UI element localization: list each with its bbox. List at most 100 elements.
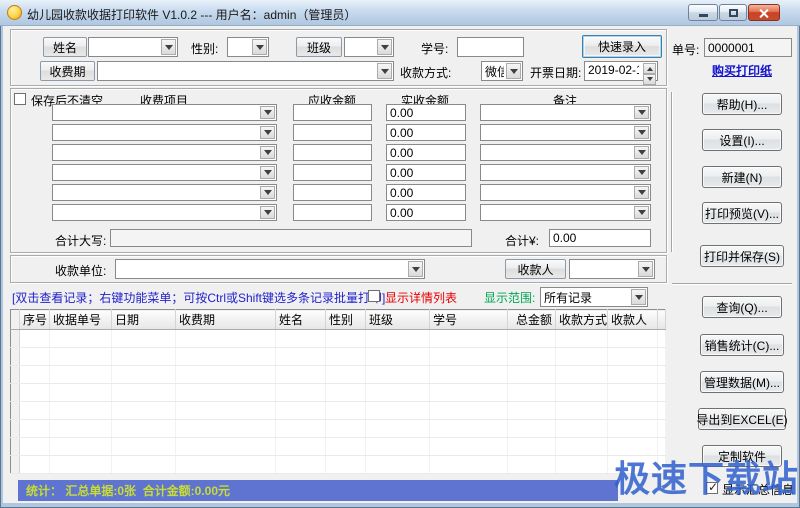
invoice-date-label: 开票日期: <box>530 64 581 81</box>
receivable-amount-input[interactable] <box>293 144 372 161</box>
status-text: 统计： 汇总单据:0张 合计金额:0.00元 <box>18 482 230 499</box>
class-button[interactable]: 班级 <box>296 37 342 57</box>
chevron-down-icon[interactable] <box>260 106 275 119</box>
chevron-down-icon[interactable] <box>631 289 646 305</box>
export-excel-button[interactable]: 导出到EXCEL(E) <box>698 408 786 430</box>
chevron-down-icon[interactable] <box>260 126 275 139</box>
col-name[interactable]: 姓名 <box>276 310 326 330</box>
payee-select[interactable] <box>569 259 655 279</box>
received-amount-input[interactable] <box>386 204 466 221</box>
scope-select[interactable]: 所有记录 <box>540 287 648 307</box>
empty-record-row <box>11 348 666 366</box>
chevron-down-icon[interactable] <box>377 63 392 79</box>
gender-select[interactable] <box>227 37 269 57</box>
print-preview-button[interactable]: 打印预览(V)... <box>702 202 782 224</box>
quick-entry-button[interactable]: 快速录入 <box>582 35 662 58</box>
payee-unit-select[interactable] <box>115 259 425 279</box>
fee-period-select[interactable] <box>97 61 394 81</box>
col-pay-method[interactable]: 收款方式 <box>556 310 608 330</box>
received-amount-input[interactable] <box>386 184 466 201</box>
received-amount-input[interactable] <box>386 124 466 141</box>
col-class[interactable]: 班级 <box>366 310 430 330</box>
chevron-down-icon[interactable] <box>634 206 649 219</box>
window-title: 幼儿园收款收据打印软件 V1.0.2 --- 用户名：admin（管理员） <box>27 6 356 23</box>
print-and-save-button[interactable]: 打印并保存(S) <box>700 245 784 267</box>
remark-select[interactable] <box>480 184 651 201</box>
fee-item-select[interactable] <box>52 144 277 161</box>
spinner-down-icon[interactable] <box>643 74 656 85</box>
fee-item-select[interactable] <box>52 204 277 221</box>
chevron-down-icon[interactable] <box>634 166 649 179</box>
col-fee-period[interactable]: 收费期 <box>176 310 276 330</box>
received-amount-input[interactable] <box>386 164 466 181</box>
name-select[interactable] <box>88 37 178 57</box>
keep-after-save-checkbox[interactable] <box>14 93 26 105</box>
close-button[interactable] <box>748 4 780 21</box>
remark-select[interactable] <box>480 164 651 181</box>
fee-period-button[interactable]: 收费期 <box>40 61 95 81</box>
chevron-down-icon[interactable] <box>638 261 653 277</box>
maximize-button[interactable] <box>719 4 747 21</box>
col-student-no[interactable]: 学号 <box>430 310 508 330</box>
minimize-button[interactable] <box>688 4 718 21</box>
remark-select[interactable] <box>480 144 651 161</box>
col-seq[interactable]: 序号 <box>20 310 50 330</box>
remark-select[interactable] <box>480 104 651 121</box>
class-select[interactable] <box>344 37 394 57</box>
received-amount-input[interactable] <box>386 104 466 121</box>
empty-record-row <box>11 402 666 420</box>
fee-item-select[interactable] <box>52 104 277 121</box>
receivable-amount-input[interactable] <box>293 164 372 181</box>
chevron-down-icon[interactable] <box>260 206 275 219</box>
chevron-down-icon[interactable] <box>506 63 521 79</box>
receivable-amount-input[interactable] <box>293 104 372 121</box>
pay-method-select[interactable]: 微信 <box>481 61 523 81</box>
col-payee[interactable]: 收款人 <box>608 310 658 330</box>
show-detail-checkbox[interactable] <box>368 290 380 302</box>
payee-unit-label: 收款单位: <box>55 262 106 279</box>
receivable-amount-input[interactable] <box>293 124 372 141</box>
remark-select[interactable] <box>480 204 651 221</box>
payee-button[interactable]: 收款人 <box>505 259 566 279</box>
col-gender[interactable]: 性别 <box>326 310 366 330</box>
spinner-up-icon[interactable] <box>643 63 656 74</box>
chevron-down-icon[interactable] <box>252 39 267 55</box>
student-no-label: 学号: <box>421 40 448 57</box>
help-button[interactable]: 帮助(H)... <box>702 93 782 115</box>
sales-stats-button[interactable]: 销售统计(C)... <box>700 334 784 356</box>
manage-data-button[interactable]: 管理数据(M)... <box>700 371 784 393</box>
total-amount-input[interactable] <box>549 229 651 247</box>
receivable-amount-input[interactable] <box>293 184 372 201</box>
remark-select[interactable] <box>480 124 651 141</box>
invoice-date-input[interactable]: 2019-02-10 <box>584 61 658 81</box>
chevron-down-icon[interactable] <box>260 166 275 179</box>
settings-button[interactable]: 设置(I)... <box>702 129 782 151</box>
col-receipt-no[interactable]: 收据单号 <box>50 310 112 330</box>
chevron-down-icon[interactable] <box>408 261 423 277</box>
fee-item-select[interactable] <box>52 164 277 181</box>
chevron-down-icon[interactable] <box>634 186 649 199</box>
gender-label: 性别: <box>191 40 218 57</box>
chevron-down-icon[interactable] <box>377 39 392 55</box>
received-amount-input[interactable] <box>386 144 466 161</box>
fee-item-select[interactable] <box>52 184 277 201</box>
col-total[interactable]: 总金额 <box>508 310 556 330</box>
date-spinner[interactable] <box>643 63 656 79</box>
new-button[interactable]: 新建(N) <box>702 166 782 188</box>
receivable-amount-input[interactable] <box>293 204 372 221</box>
chevron-down-icon[interactable] <box>260 146 275 159</box>
col-date[interactable]: 日期 <box>112 310 176 330</box>
chevron-down-icon[interactable] <box>634 106 649 119</box>
chevron-down-icon[interactable] <box>161 39 176 55</box>
chevron-down-icon[interactable] <box>634 146 649 159</box>
query-button[interactable]: 查询(Q)... <box>702 296 782 318</box>
student-no-input[interactable] <box>457 37 524 57</box>
total-caps-field <box>110 229 472 247</box>
receipt-no-field <box>704 38 792 57</box>
fee-item-select[interactable] <box>52 124 277 141</box>
records-header-row: 序号 收据单号 日期 收费期 姓名 性别 班级 学号 总金额 收款方式 收款人 <box>11 310 666 330</box>
name-button[interactable]: 姓名 <box>43 37 87 57</box>
chevron-down-icon[interactable] <box>260 186 275 199</box>
buy-paper-link[interactable]: 购买打印纸 <box>712 62 772 79</box>
chevron-down-icon[interactable] <box>634 126 649 139</box>
